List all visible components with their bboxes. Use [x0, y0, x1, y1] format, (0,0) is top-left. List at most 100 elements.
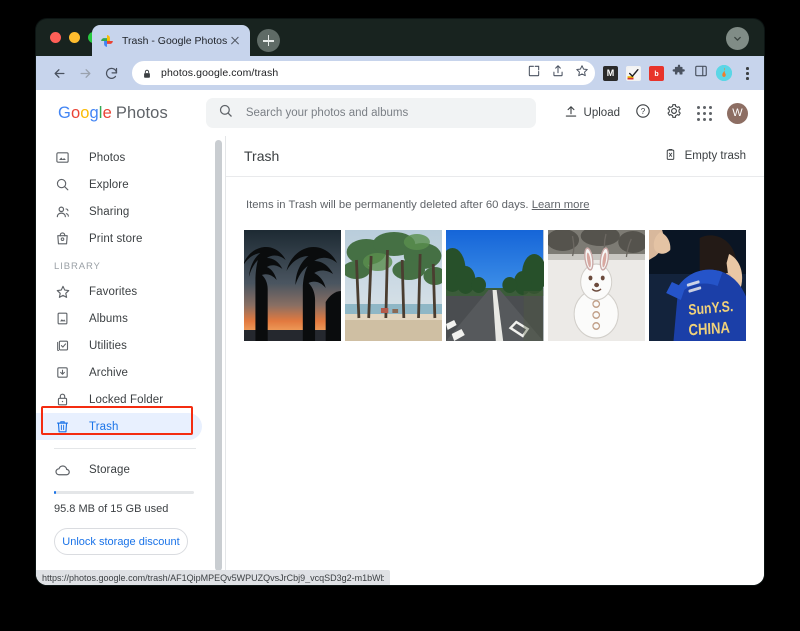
sidebar-item-albums[interactable]: Albums: [36, 305, 202, 332]
screenshot-root: Trash - Google Photos photos.google.com/…: [0, 0, 800, 631]
sidebar-item-label: Explore: [89, 178, 129, 191]
upload-label: Upload: [583, 107, 620, 119]
browser-menu-icon[interactable]: [740, 65, 754, 81]
close-window-button[interactable]: [50, 32, 61, 43]
sidebar-item-label: Archive: [89, 366, 129, 379]
search-bar[interactable]: Search your photos and albums: [205, 98, 536, 128]
sidebar-item-print-store[interactable]: Print store: [36, 225, 202, 252]
sidebar-item-storage[interactable]: Storage: [36, 455, 212, 485]
google-photos-favicon: [100, 34, 114, 48]
svg-text:b: b: [654, 71, 658, 78]
close-tab-button[interactable]: [228, 34, 242, 48]
scrollbar-thumb[interactable]: [215, 140, 222, 571]
sidebar-item-utilities[interactable]: Utilities: [36, 332, 202, 359]
photos-icon: [54, 150, 71, 165]
mega-extension-icon[interactable]: M: [603, 65, 618, 81]
forward-button[interactable]: [72, 60, 98, 86]
print-store-icon: [54, 231, 71, 246]
install-app-icon[interactable]: [527, 64, 541, 83]
archive-icon: [54, 365, 71, 380]
sidebar-item-archive[interactable]: Archive: [36, 359, 202, 386]
thumbnail-palm-trees-beach-daytime[interactable]: [345, 230, 443, 341]
sidebar-item-trash[interactable]: Trash: [36, 413, 202, 440]
sidebar-item-label: Trash: [89, 420, 119, 433]
sidebar-item-label: Photos: [89, 151, 126, 164]
sidebar: Photos Explore Sharing Print store LIBRA…: [36, 136, 212, 585]
back-button[interactable]: [46, 60, 72, 86]
sidebar-item-explore[interactable]: Explore: [36, 171, 202, 198]
extensions-puzzle-icon[interactable]: [672, 64, 686, 83]
storage-progress-bar: [54, 491, 194, 494]
unlock-storage-discount-button[interactable]: Unlock storage discount: [54, 528, 188, 555]
sidebar-scrollbar[interactable]: [212, 136, 225, 585]
empty-trash-button[interactable]: Empty trash: [664, 148, 746, 164]
svg-text:CHINA: CHINA: [688, 320, 730, 340]
empty-trash-icon: [664, 148, 677, 164]
sidebar-item-label: Favorites: [89, 285, 138, 298]
address-bar[interactable]: photos.google.com/trash: [132, 61, 595, 85]
browser-toolbar: photos.google.com/trash M b: [36, 56, 764, 90]
trash-notice-text: Items in Trash will be permanently delet…: [246, 199, 529, 211]
thumbnail-athlete-blue-jersey[interactable]: SunY.S. CHINA: [648, 230, 747, 341]
svg-text:?: ?: [641, 107, 646, 116]
sidebar-divider: [54, 448, 196, 449]
account-avatar[interactable]: W: [727, 102, 748, 124]
cloud-icon: [54, 462, 71, 479]
red-extension-icon[interactable]: b: [649, 65, 664, 81]
thumbnail-palm-trees-sunset-silhouette[interactable]: [244, 230, 342, 341]
albums-icon: [54, 311, 71, 326]
side-panel-icon[interactable]: [694, 64, 708, 83]
google-photos-logo[interactable]: Google Photos: [58, 104, 168, 123]
browser-tab[interactable]: Trash - Google Photos: [92, 25, 250, 56]
sidebar-item-locked-folder[interactable]: Locked Folder: [36, 386, 202, 413]
main-header: Trash Empty trash: [226, 136, 764, 177]
sidebar-section-library: LIBRARY: [54, 261, 101, 272]
sidebar-item-label: Locked Folder: [89, 393, 164, 406]
page-title: Trash: [244, 148, 280, 164]
tab-title: Trash - Google Photos: [122, 34, 228, 47]
profile-avatar-icon[interactable]: [716, 65, 732, 81]
checkmark-extension-icon[interactable]: [626, 65, 641, 81]
trash-icon: [54, 419, 71, 434]
sidebar-item-sharing[interactable]: Sharing: [36, 198, 202, 225]
sidebar-item-favorites[interactable]: Favorites: [36, 278, 202, 305]
tab-strip: Trash - Google Photos: [36, 19, 764, 56]
bookmark-star-icon[interactable]: [575, 64, 589, 83]
google-apps-icon[interactable]: [697, 105, 712, 121]
storage-progress-fill: [54, 491, 57, 494]
reload-button[interactable]: [98, 60, 124, 86]
header-actions: Upload ? W: [564, 102, 750, 124]
thumbnail-tree-lined-road[interactable]: [446, 230, 544, 341]
storage-label: Storage: [89, 464, 130, 476]
page-content: Google Photos Search your photos and albu…: [36, 90, 764, 585]
sidebar-item-label: Albums: [89, 312, 128, 325]
thumbnail-snow-rabbit-snowman[interactable]: [547, 230, 645, 341]
learn-more-link[interactable]: Learn more: [532, 199, 590, 211]
minimize-window-button[interactable]: [69, 32, 80, 43]
upload-button[interactable]: Upload: [564, 105, 620, 122]
search-icon: [218, 103, 233, 123]
omnibox-actions: [527, 61, 589, 85]
utilities-icon: [54, 338, 71, 353]
toolbar-extensions: M b: [603, 64, 754, 83]
status-bar-url-text: https://photos.google.com/trash/AF1QipMP…: [42, 572, 384, 583]
settings-gear-icon[interactable]: [666, 103, 682, 124]
sidebar-item-label: Utilities: [89, 339, 127, 352]
sidebar-item-label: Sharing: [89, 205, 130, 218]
sidebar-item-photos[interactable]: Photos: [36, 144, 202, 171]
storage-usage-text: 95.8 MB of 15 GB used: [54, 503, 169, 515]
sidebar-item-label: Print store: [89, 232, 143, 245]
address-bar-text: photos.google.com/trash: [161, 67, 279, 79]
lock-icon: [54, 392, 71, 407]
new-tab-button[interactable]: [257, 29, 280, 52]
main-body: Items in Trash will be permanently delet…: [226, 177, 764, 585]
status-bar-url: https://photos.google.com/trash/AF1QipMP…: [36, 570, 390, 585]
tab-search-chevron-down-icon[interactable]: [726, 27, 749, 50]
trash-notice: Items in Trash will be permanently delet…: [244, 177, 746, 211]
help-icon[interactable]: ?: [635, 103, 651, 124]
empty-trash-label: Empty trash: [684, 150, 746, 162]
browser-window: Trash - Google Photos photos.google.com/…: [36, 19, 764, 585]
sharing-icon: [54, 204, 71, 220]
upload-icon: [564, 105, 578, 122]
share-icon[interactable]: [551, 64, 565, 83]
